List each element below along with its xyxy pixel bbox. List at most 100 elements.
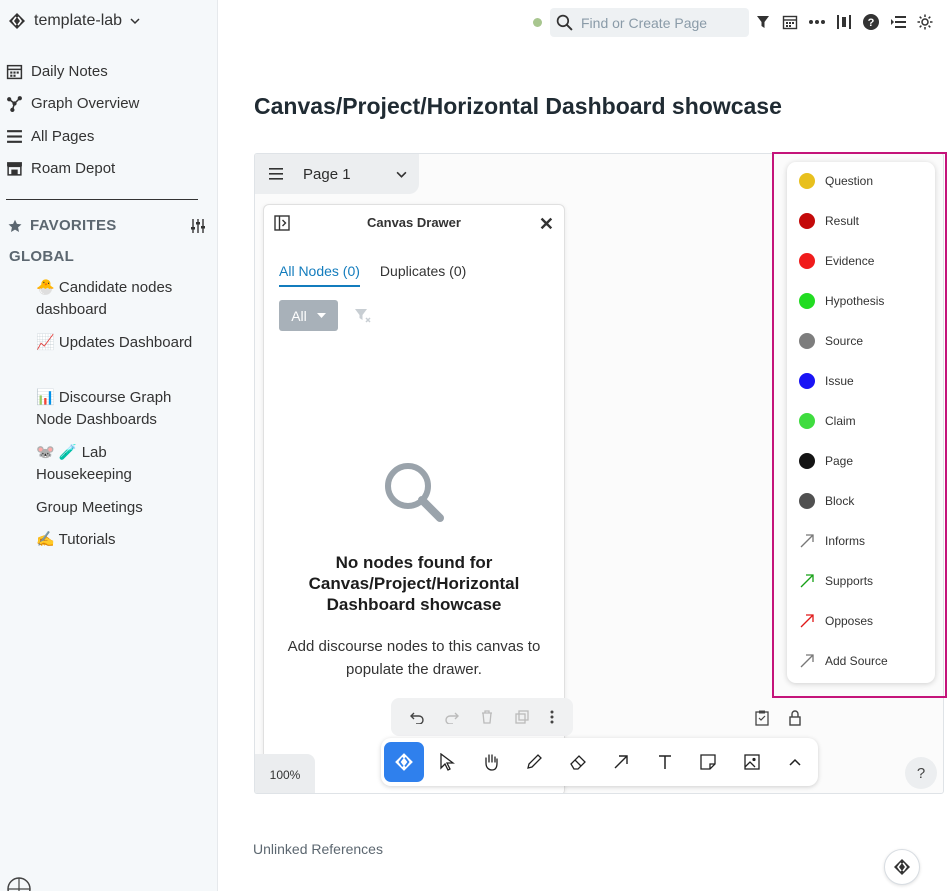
page-menu[interactable]: Page 1: [255, 154, 419, 194]
relation-opposes[interactable]: Opposes: [799, 611, 873, 631]
store-icon: [7, 162, 22, 176]
tool-eraser[interactable]: [558, 742, 598, 782]
swatch-icon: [799, 213, 815, 229]
nav-roam-depot[interactable]: Roam Depot: [6, 160, 115, 177]
swatch-icon: [799, 413, 815, 429]
favorite-item[interactable]: ✍️ Tutorials: [36, 529, 206, 551]
node-type-block[interactable]: Block: [799, 491, 854, 511]
favorite-item[interactable]: 🐣 Candidate nodes dashboard: [36, 277, 206, 321]
tab-all-nodes[interactable]: All Nodes (0): [279, 263, 360, 287]
calendar-icon[interactable]: [781, 12, 799, 32]
favorite-label: Discourse Graph Node Dashboards: [36, 389, 172, 428]
nav-label: All Pages: [31, 128, 95, 145]
more-icon[interactable]: [808, 12, 826, 32]
tool-discourse-node[interactable]: [384, 742, 424, 782]
node-type-claim[interactable]: Claim: [799, 411, 856, 431]
zoom-level[interactable]: 100%: [255, 754, 315, 793]
discourse-graph-button[interactable]: [884, 849, 920, 885]
swatch-icon: [799, 493, 815, 509]
chevron-down-icon: [130, 18, 140, 25]
undo-icon[interactable]: [409, 710, 424, 724]
cursor-icon: [440, 753, 456, 771]
empty-state-title: No nodes found for Canvas/Project/Horizo…: [308, 553, 520, 614]
duplicate-icon[interactable]: [515, 710, 529, 724]
page-title: Canvas/Project/Horizontal Dashboard show…: [254, 93, 782, 119]
search-input[interactable]: Find or Create Page: [550, 8, 749, 37]
tool-media[interactable]: [732, 742, 772, 782]
tool-select[interactable]: [428, 742, 468, 782]
list-icon: [7, 130, 22, 143]
collapse-panel-icon[interactable]: [274, 215, 290, 231]
outline-icon[interactable]: [889, 12, 907, 32]
canvas-area[interactable]: Page 1 Canvas Drawer ✕ All Nodes (0) Dup…: [254, 153, 944, 794]
redo-icon[interactable]: [445, 710, 459, 724]
text-icon: [658, 755, 671, 769]
favorite-item[interactable]: 📈 Updates Dashboard: [36, 332, 206, 354]
nav-label: Roam Depot: [31, 160, 116, 177]
help-icon[interactable]: ?: [862, 12, 880, 32]
calendar-icon: [6, 64, 23, 80]
tool-draw[interactable]: [515, 742, 555, 782]
svg-text:?: ?: [868, 17, 875, 29]
tool-arrow[interactable]: [602, 742, 642, 782]
node-type-source[interactable]: Source: [799, 331, 863, 351]
roam-logo: [6, 876, 32, 891]
sliders-icon[interactable]: [190, 218, 206, 234]
lock-icon[interactable]: [789, 710, 801, 726]
tool-hand[interactable]: [471, 742, 511, 782]
close-icon[interactable]: ✕: [539, 214, 554, 235]
node-type-evidence[interactable]: Evidence: [799, 251, 874, 271]
swatch-icon: [799, 333, 815, 349]
relation-label: Supports: [825, 574, 874, 588]
node-type-question[interactable]: Question: [799, 171, 873, 191]
page-name: Page 1: [303, 165, 351, 183]
swatch-icon: [799, 453, 815, 469]
unlinked-references[interactable]: Unlinked References: [253, 841, 383, 857]
node-type-page[interactable]: Page: [799, 451, 853, 471]
nav-all-pages[interactable]: All Pages: [6, 128, 94, 145]
tab-duplicates[interactable]: Duplicates (0): [380, 263, 466, 287]
node-filter-select[interactable]: All: [279, 300, 338, 331]
drawer-tabs: All Nodes (0) Duplicates (0): [279, 263, 466, 287]
help-button[interactable]: ?: [905, 757, 937, 789]
filter-icon[interactable]: [754, 12, 772, 32]
tool-more[interactable]: [776, 742, 816, 782]
favorite-emoji: ✍️: [36, 531, 55, 548]
empty-state-description: Add discourse nodes to this canvas to po…: [287, 638, 541, 678]
caret-down-icon: [316, 312, 326, 318]
nav-graph-overview[interactable]: Graph Overview: [6, 95, 139, 112]
clear-filter-icon[interactable]: [354, 308, 372, 324]
favorite-emoji: 📈: [36, 334, 55, 351]
favorite-label: Group Meetings: [36, 499, 143, 516]
node-type-result[interactable]: Result: [799, 211, 859, 231]
relation-informs[interactable]: Informs: [799, 531, 865, 551]
swatch-icon: [799, 373, 815, 389]
tool-text[interactable]: [645, 742, 685, 782]
trash-icon[interactable]: [480, 710, 494, 724]
nav-daily-notes[interactable]: Daily Notes: [6, 63, 108, 80]
relation-supports[interactable]: Supports: [799, 571, 873, 591]
favorite-emoji: 🐭 🧪: [36, 444, 78, 461]
node-type-label: Claim: [825, 414, 856, 428]
favorite-item[interactable]: Group Meetings: [36, 497, 206, 519]
more-vertical-icon[interactable]: [550, 710, 554, 724]
favorite-label: Candidate nodes dashboard: [36, 279, 173, 318]
sun-icon[interactable]: [916, 12, 934, 32]
tool-note[interactable]: [689, 742, 729, 782]
node-type-hypothesis[interactable]: Hypothesis: [799, 291, 884, 311]
hand-icon: [485, 754, 498, 771]
favorite-item[interactable]: 📊 Discourse Graph Node Dashboards: [36, 387, 206, 431]
arrow-icon: [614, 755, 628, 769]
graph-switcher[interactable]: template-lab: [8, 12, 140, 30]
relation-add-source[interactable]: Add Source: [799, 651, 888, 671]
nav-label: Graph Overview: [31, 95, 140, 112]
clipboard-icon[interactable]: [755, 710, 769, 726]
sticky-note-icon: [700, 754, 716, 770]
node-type-label: Question: [825, 174, 874, 188]
columns-icon[interactable]: [835, 12, 853, 32]
node-type-label: Result: [825, 214, 860, 228]
node-type-issue[interactable]: Issue: [799, 371, 854, 391]
favorite-item[interactable]: 🐭 🧪 Lab Housekeeping: [36, 442, 206, 486]
swatch-icon: [799, 293, 815, 309]
node-type-label: Block: [825, 494, 855, 508]
